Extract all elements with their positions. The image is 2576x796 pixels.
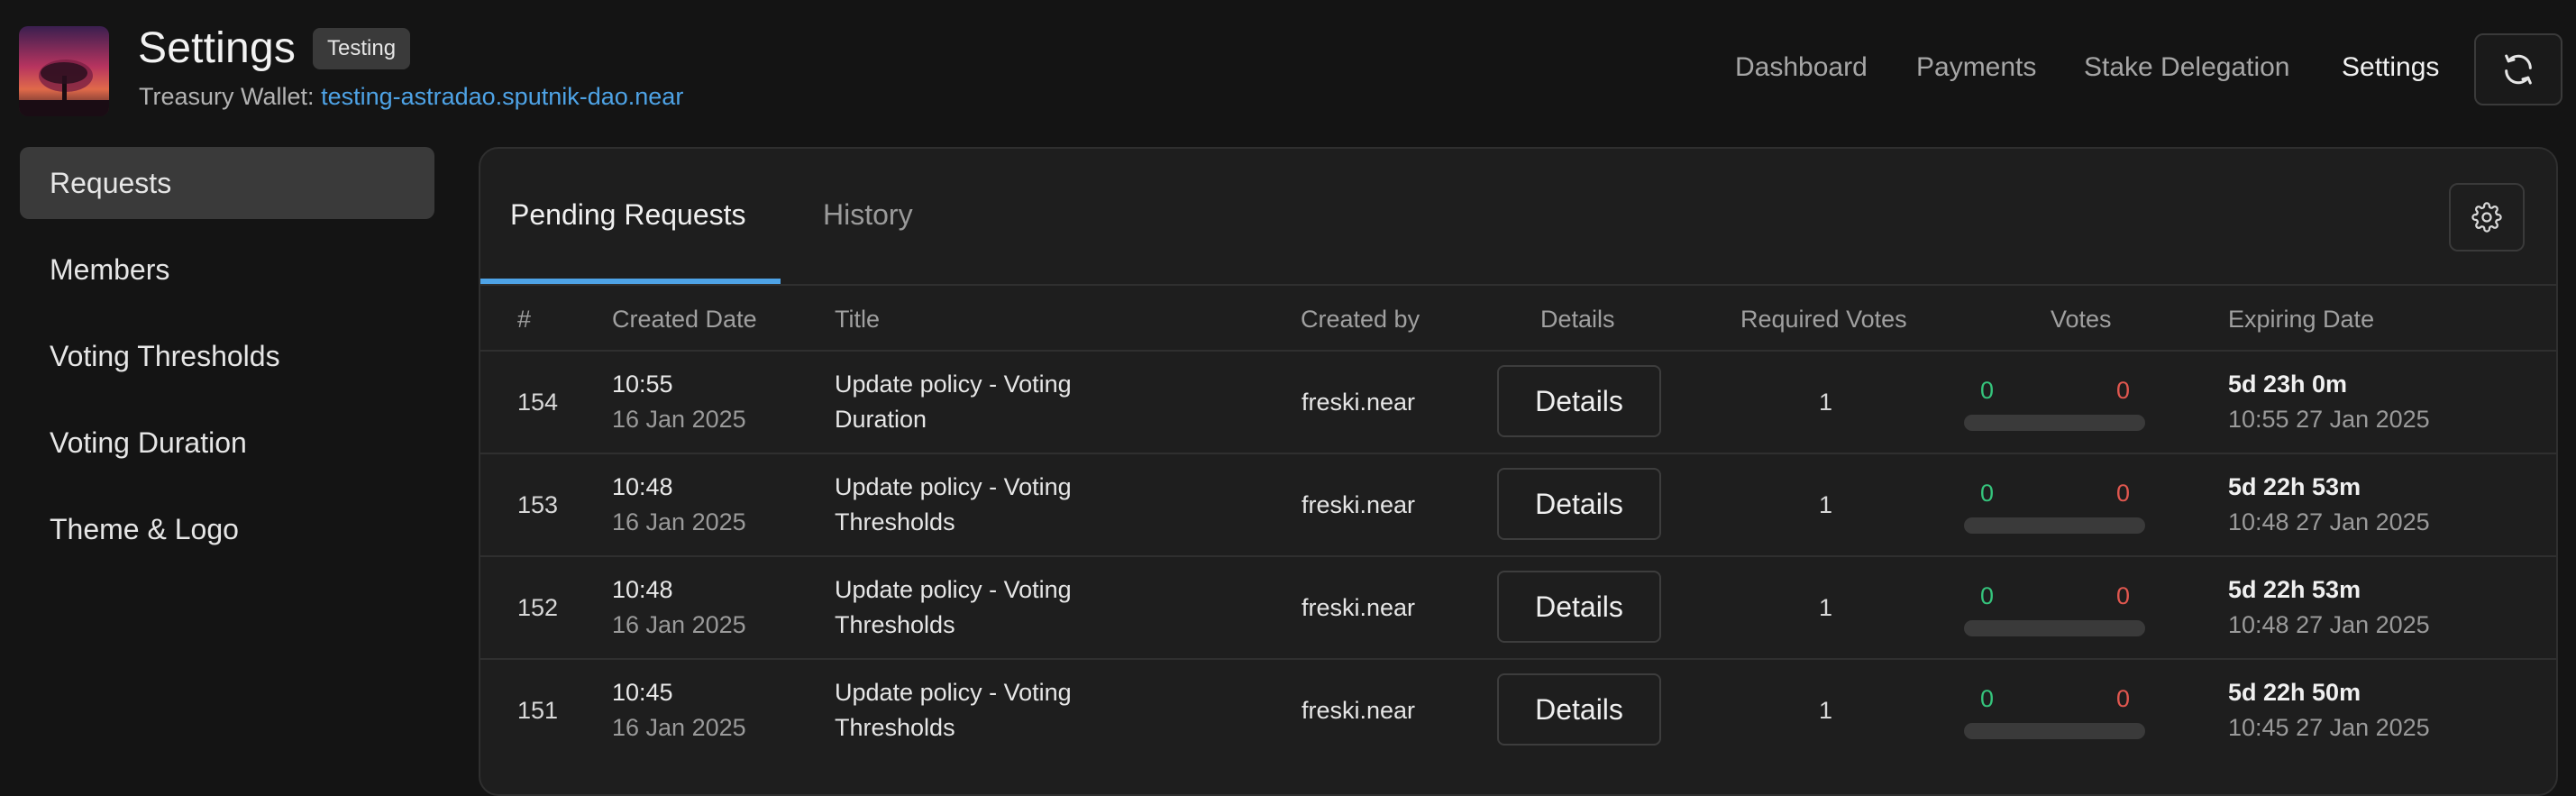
nav-stake-delegation[interactable]: Stake Delegation — [2084, 52, 2290, 88]
table-row[interactable]: 154 10:55 16 Jan 2025 Update policy - Vo… — [480, 350, 2556, 453]
column-header-title: Title — [835, 306, 881, 333]
created-date: 16 Jan 2025 — [612, 508, 746, 535]
votes-progress-bar — [1964, 620, 2145, 636]
request-title-line2: Thresholds — [835, 611, 955, 638]
request-title-line1: Update policy - Voting — [835, 576, 1072, 603]
votes-approve-count: 0 — [1980, 377, 1995, 404]
request-id: 153 — [517, 491, 559, 518]
creator: freski.near — [1302, 389, 1416, 416]
request-title-line2: Thresholds — [835, 508, 955, 535]
sidebar-item-theme-logo[interactable]: Theme & Logo — [20, 493, 434, 565]
creator: freski.near — [1302, 594, 1416, 621]
creator: freski.near — [1302, 697, 1416, 724]
sidebar-item-voting-thresholds[interactable]: Voting Thresholds — [20, 320, 434, 392]
details-button[interactable]: Details — [1497, 365, 1661, 437]
wallet-address-link[interactable]: testing-astradao.sputnik-dao.near — [321, 83, 683, 110]
refresh-icon — [2505, 54, 2532, 85]
votes-progress-bar — [1964, 723, 2145, 739]
request-title-line1: Update policy - Voting — [835, 679, 1072, 706]
tab-history[interactable]: History — [823, 198, 913, 232]
column-header-id: # — [517, 306, 532, 333]
column-header-created-date[interactable]: Created Date — [612, 306, 757, 334]
votes-progress-bar — [1964, 415, 2145, 431]
column-header-required-votes: Required Votes — [1740, 306, 1907, 333]
column-header-expiring-date[interactable]: Expiring Date — [2228, 306, 2374, 334]
app-header: Settings Testing Treasury Wallet: testin… — [0, 0, 2576, 144]
expiring-remaining: 5d 22h 53m — [2228, 473, 2361, 500]
required-votes: 1 — [1819, 389, 1833, 416]
expiring-date: 10:45 27 Jan 2025 — [2228, 714, 2430, 741]
request-title-line1: Update policy - Voting — [835, 371, 1072, 398]
created-time: 10:45 — [612, 679, 673, 706]
page-title: Settings — [138, 24, 297, 72]
column-header-details: Details — [1540, 306, 1615, 333]
votes-progress-bar — [1964, 517, 2145, 534]
gear-icon — [2471, 202, 2502, 233]
created-time: 10:55 — [612, 371, 673, 398]
table-row[interactable]: 151 10:45 16 Jan 2025 Update policy - Vo… — [480, 658, 2556, 761]
request-id: 151 — [517, 697, 559, 724]
expiring-date: 10:48 27 Jan 2025 — [2228, 611, 2430, 638]
sidebar-item-members[interactable]: Members — [20, 233, 434, 306]
details-button[interactable]: Details — [1497, 468, 1661, 540]
votes-reject-count: 0 — [2116, 480, 2131, 507]
request-title-line2: Duration — [835, 406, 927, 433]
refresh-button[interactable] — [2474, 33, 2562, 105]
expiring-remaining: 5d 22h 50m — [2228, 679, 2361, 706]
request-id: 154 — [517, 389, 559, 416]
created-time: 10:48 — [612, 473, 673, 500]
nav-dashboard[interactable]: Dashboard — [1735, 52, 1868, 88]
required-votes: 1 — [1819, 491, 1833, 518]
expiring-remaining: 5d 23h 0m — [2228, 371, 2348, 398]
table-settings-button[interactable] — [2449, 183, 2525, 252]
votes-approve-count: 0 — [1980, 582, 1995, 609]
details-button[interactable]: Details — [1497, 571, 1661, 643]
required-votes: 1 — [1819, 697, 1833, 724]
creator: freski.near — [1302, 491, 1416, 518]
votes-approve-count: 0 — [1980, 685, 1995, 712]
nav-payments[interactable]: Payments — [1916, 52, 2036, 88]
wallet-label: Treasury Wallet: — [139, 83, 315, 110]
sidebar-item-voting-duration[interactable]: Voting Duration — [20, 407, 434, 479]
treasury-wallet: Treasury Wallet: testing-astradao.sputni… — [139, 83, 683, 111]
table-row[interactable]: 152 10:48 16 Jan 2025 Update policy - Vo… — [480, 555, 2556, 658]
table-row[interactable]: 153 10:48 16 Jan 2025 Update policy - Vo… — [480, 453, 2556, 555]
votes-reject-count: 0 — [2116, 685, 2131, 712]
votes-reject-count: 0 — [2116, 582, 2131, 609]
request-title-line1: Update policy - Voting — [835, 473, 1072, 500]
sidebar-item-requests[interactable]: Requests — [20, 147, 434, 219]
request-id: 152 — [517, 594, 559, 621]
expiring-date: 10:55 27 Jan 2025 — [2228, 406, 2430, 433]
dao-logo[interactable] — [19, 26, 109, 116]
votes-reject-count: 0 — [2116, 377, 2131, 404]
created-date: 16 Jan 2025 — [612, 611, 746, 638]
active-tab-indicator — [480, 279, 781, 284]
created-date: 16 Jan 2025 — [612, 714, 746, 741]
votes-approve-count: 0 — [1980, 480, 1995, 507]
tab-pending-requests[interactable]: Pending Requests — [510, 198, 746, 232]
required-votes: 1 — [1819, 594, 1833, 621]
column-header-created-by: Created by — [1301, 306, 1420, 333]
nav-settings[interactable]: Settings — [2342, 52, 2439, 88]
column-header-votes: Votes — [2051, 306, 2112, 333]
expiring-date: 10:48 27 Jan 2025 — [2228, 508, 2430, 535]
created-time: 10:48 — [612, 576, 673, 603]
created-date: 16 Jan 2025 — [612, 406, 746, 433]
request-tabs: Pending Requests History — [480, 149, 2556, 286]
request-title-line2: Thresholds — [835, 714, 955, 741]
environment-badge: Testing — [313, 28, 411, 69]
details-button[interactable]: Details — [1497, 673, 1661, 746]
requests-card: Pending Requests History # Created Date … — [479, 147, 2558, 796]
expiring-remaining: 5d 22h 53m — [2228, 576, 2361, 603]
